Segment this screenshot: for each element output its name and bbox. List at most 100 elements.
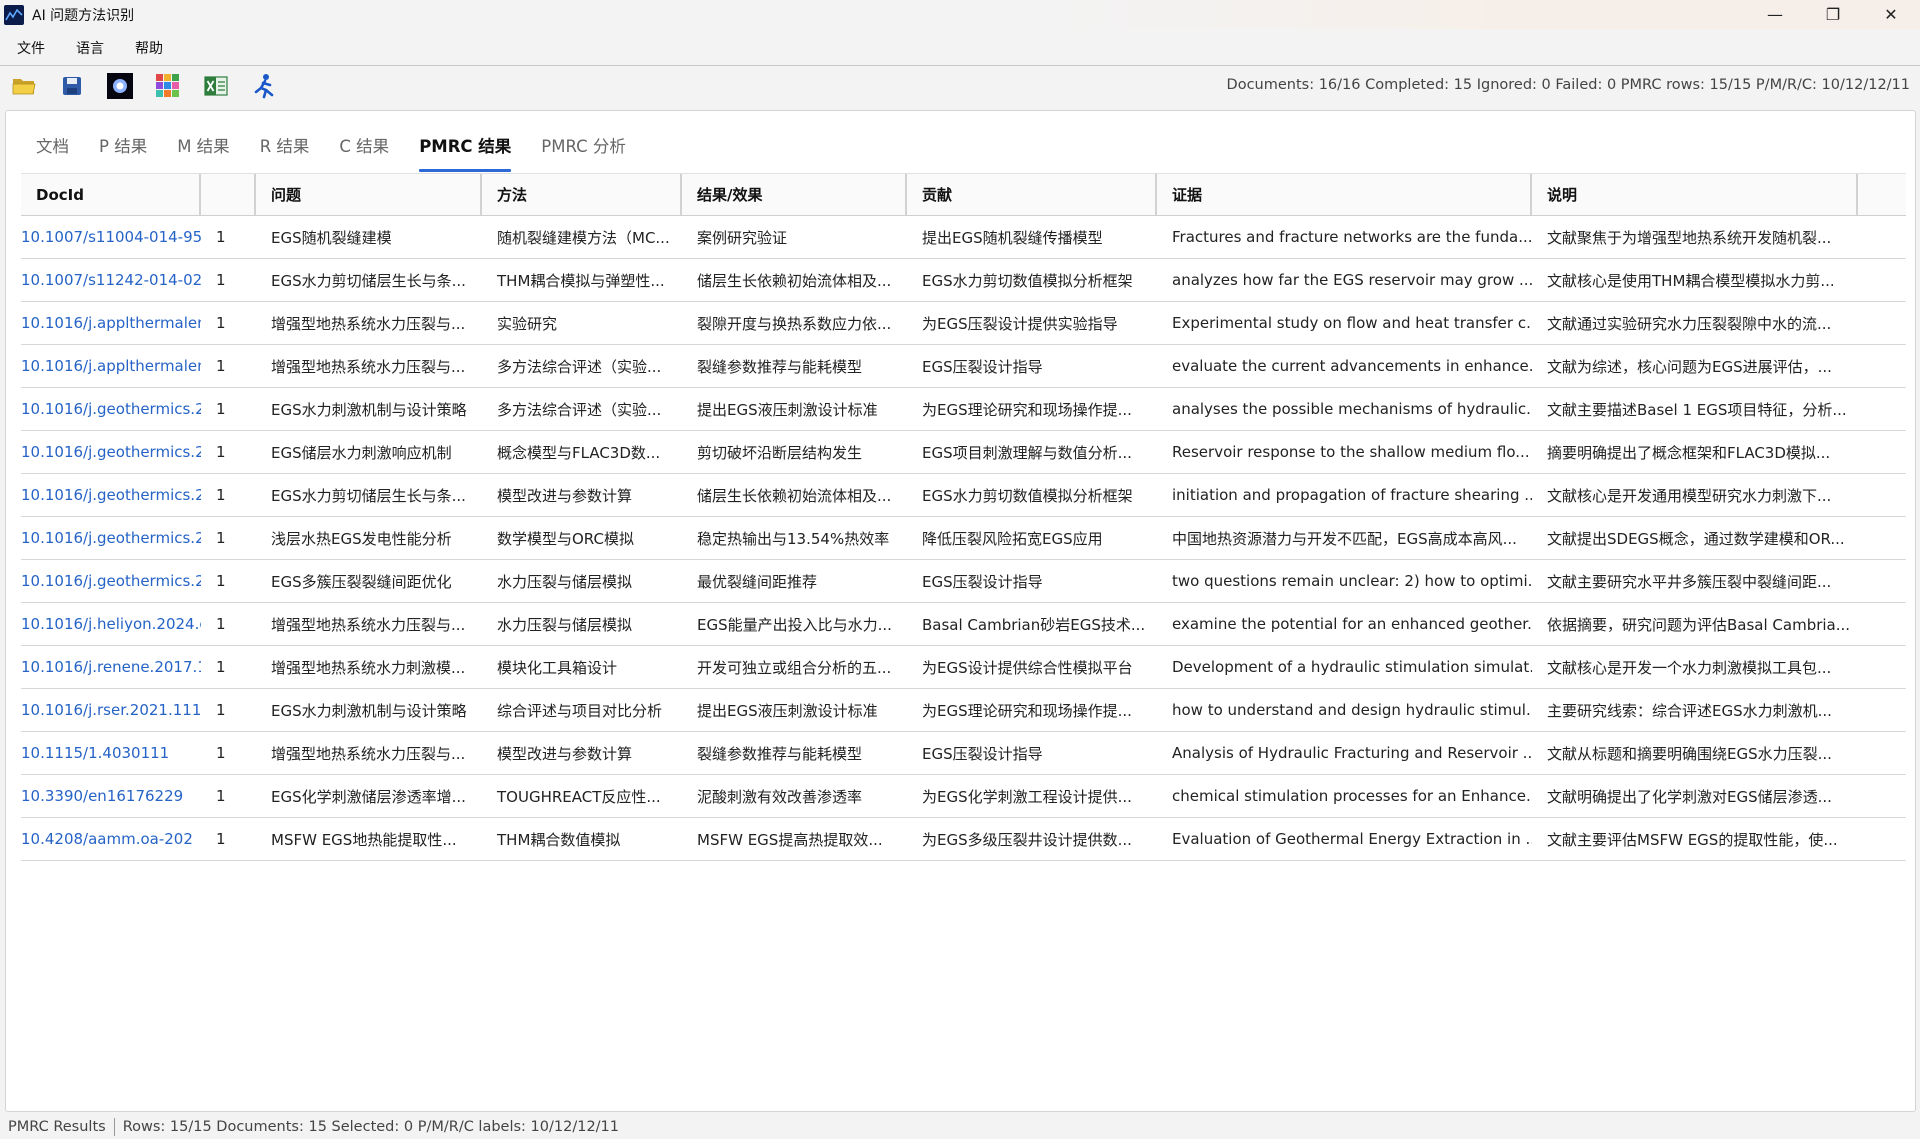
table-row[interactable]: 10.1007/s11004-014-95 1 EGS随机裂缝建模 随机裂缝建模方法（…: [21, 216, 1906, 259]
column-header-evidence[interactable]: 证据: [1157, 174, 1532, 215]
column-header-extra[interactable]: [1858, 174, 1906, 215]
tab-pmrc-results[interactable]: PMRC 结果: [404, 121, 526, 172]
table-row[interactable]: 10.1016/j.geothermics.2 1 EGS水力剪切储层生长与条...…: [21, 474, 1906, 517]
palette-button[interactable]: [144, 68, 192, 104]
note-cell: 文献提出SDEGS概念，通过数学建模和OR...: [1547, 529, 1845, 548]
docid-cell[interactable]: 10.1016/j.applthermaleng: [21, 302, 201, 344]
table-row[interactable]: 10.1016/j.renene.2017.1 1 增强型地热系统水力刺激模... 模…: [21, 646, 1906, 689]
column-header-result[interactable]: 结果/效果: [682, 174, 907, 215]
result-cell: EGS能量产出投入比与水力...: [697, 615, 892, 634]
table-row[interactable]: 10.1016/j.geothermics.2 1 EGS多簇压裂裂缝间距优化 水力压…: [21, 560, 1906, 603]
contribution-cell: 为EGS压裂设计提供实验指导: [922, 314, 1118, 333]
result-cell: 开发可独立或组合分析的五...: [697, 658, 892, 677]
evidence-cell: two questions remain unclear: 2) how to …: [1172, 572, 1532, 590]
method-cell: 模型改进与参数计算: [497, 744, 633, 763]
evidence-cell: how to understand and design hydraulic s…: [1172, 701, 1532, 719]
docid-cell[interactable]: 10.3390/en16176229: [21, 775, 201, 817]
tab-documents[interactable]: 文档: [21, 121, 84, 169]
window-title: AI 问题方法识别: [32, 7, 135, 24]
tab-pmrc-analysis[interactable]: PMRC 分析: [526, 121, 641, 169]
minimize-button[interactable]: —: [1746, 0, 1804, 29]
table-row[interactable]: 10.1016/j.geothermics.2 1 浅层水热EGS发电性能分析 数学模…: [21, 517, 1906, 560]
table-row[interactable]: 10.1016/j.applthermaleng 1 增强型地热系统水力压裂与...…: [21, 302, 1906, 345]
column-header-problem[interactable]: 问题: [256, 174, 482, 215]
count-cell: 1: [216, 701, 226, 719]
save-icon: [63, 77, 81, 95]
evidence-cell: analyses the possible mechanisms of hydr…: [1172, 400, 1532, 418]
docid-cell[interactable]: 10.1016/j.geothermics.2: [21, 388, 201, 430]
docid-cell[interactable]: 10.1016/j.applthermaleng: [21, 345, 201, 387]
close-button[interactable]: ✕: [1862, 0, 1920, 29]
method-cell: 多方法综合评述（实验...: [497, 357, 662, 376]
menu-help[interactable]: 帮助: [118, 38, 177, 58]
problem-cell: 增强型地热系统水力压裂与...: [271, 314, 466, 333]
method-cell: 水力压裂与储层模拟: [497, 615, 633, 634]
filler-cell: [1858, 732, 1906, 774]
table-row[interactable]: 10.4208/aamm.oa-202 1 MSFW EGS地热能提取性... THM…: [21, 818, 1906, 861]
save-button[interactable]: [48, 68, 96, 104]
runner-icon: [254, 74, 274, 99]
note-cell: 依据摘要，研究问题为评估Basal Cambria...: [1547, 615, 1851, 634]
table-row[interactable]: 10.1016/j.rser.2021.1119 1 EGS水力刺激机制与设计策略 综…: [21, 689, 1906, 732]
problem-cell: MSFW EGS地热能提取性...: [271, 830, 457, 849]
table-row[interactable]: 10.1016/j.geothermics.2 1 EGS储层水力刺激响应机制 概念模…: [21, 431, 1906, 474]
column-header-contribution[interactable]: 贡献: [907, 174, 1157, 215]
evidence-cell: Reservoir response to the shallow medium…: [1172, 443, 1530, 461]
tab-c-results[interactable]: C 结果: [324, 121, 404, 169]
tab-m-results[interactable]: M 结果: [162, 121, 244, 169]
status-view-name: PMRC Results: [8, 1119, 106, 1135]
column-header-count[interactable]: [201, 174, 256, 215]
column-header-method[interactable]: 方法: [482, 174, 682, 215]
table-row[interactable]: 10.1016/j.heliyon.2024.e 1 增强型地热系统水力压裂与...…: [21, 603, 1906, 646]
count-cell: 1: [216, 400, 226, 418]
method-cell: 实验研究: [497, 314, 558, 333]
menu-language[interactable]: 语言: [59, 38, 118, 58]
docid-cell[interactable]: 10.1016/j.rser.2021.1119: [21, 689, 201, 731]
result-cell: 提出EGS液压刺激设计标准: [697, 701, 878, 720]
tab-r-results[interactable]: R 结果: [245, 121, 325, 169]
open-folder-button[interactable]: [0, 68, 48, 104]
method-cell: 数学模型与ORC模拟: [497, 529, 634, 548]
docid-cell[interactable]: 10.1016/j.geothermics.2: [21, 517, 201, 559]
docid-cell[interactable]: 10.1016/j.geothermics.2: [21, 431, 201, 473]
table-row[interactable]: 10.1016/j.applthermaleng 1 增强型地热系统水力压裂与...…: [21, 345, 1906, 388]
count-cell: 1: [216, 529, 226, 547]
result-cell: 最优裂缝间距推荐: [697, 572, 818, 591]
result-cell: 裂缝参数推荐与能耗模型: [697, 357, 863, 376]
tab-p-results[interactable]: P 结果: [84, 121, 162, 169]
problem-cell: 增强型地热系统水力压裂与...: [271, 744, 466, 763]
excel-export-button[interactable]: [192, 68, 240, 104]
docid-cell[interactable]: 10.4208/aamm.oa-202: [21, 818, 201, 860]
docid-cell[interactable]: 10.1016/j.geothermics.2: [21, 474, 201, 516]
filler-cell: [1858, 603, 1906, 645]
table-body: 10.1007/s11004-014-95 1 EGS随机裂缝建模 随机裂缝建模方法（…: [21, 216, 1906, 861]
restore-button[interactable]: ❐: [1804, 0, 1862, 29]
contribution-cell: 为EGS理论研究和现场操作提...: [922, 400, 1132, 419]
table-row[interactable]: 10.1007/s11242-014-02 1 EGS水力剪切储层生长与条... TH…: [21, 259, 1906, 302]
docid-cell[interactable]: 10.1007/s11004-014-95: [21, 216, 201, 258]
tab-bar: 文档 P 结果 M 结果 R 结果 C 结果 PMRC 结果 PMRC 分析: [21, 121, 641, 172]
runner-button[interactable]: [240, 68, 288, 104]
table-row[interactable]: 10.1115/1.4030111 1 增强型地热系统水力压裂与... 模型改进与参数…: [21, 732, 1906, 775]
contribution-cell: EGS压裂设计指导: [922, 572, 1043, 591]
docid-cell[interactable]: 10.1016/j.geothermics.2: [21, 560, 201, 602]
title-bar: AI 问题方法识别 — ❐ ✕: [0, 0, 1920, 29]
run-button[interactable]: [96, 68, 144, 104]
table-row[interactable]: 10.3390/en16176229 1 EGS化学刺激储层渗透率增... TOUGH…: [21, 775, 1906, 818]
table-row[interactable]: 10.1016/j.geothermics.2 1 EGS水力刺激机制与设计策略 多方…: [21, 388, 1906, 431]
docid-cell[interactable]: 10.1007/s11242-014-02: [21, 259, 201, 301]
docid-cell[interactable]: 10.1016/j.renene.2017.1: [21, 646, 201, 688]
evidence-cell: Experimental study on flow and heat tran…: [1172, 314, 1532, 332]
docid-cell[interactable]: 10.1016/j.heliyon.2024.e: [21, 603, 201, 645]
method-cell: 综合评述与项目对比分析: [497, 701, 663, 720]
problem-cell: EGS化学刺激储层渗透率增...: [271, 787, 466, 806]
menu-file[interactable]: 文件: [0, 38, 59, 58]
docid-cell[interactable]: 10.1115/1.4030111: [21, 732, 201, 774]
method-cell: 水力压裂与储层模拟: [497, 572, 633, 591]
column-header-note[interactable]: 说明: [1532, 174, 1858, 215]
column-header-docid[interactable]: DocId: [21, 174, 201, 215]
evidence-cell: initiation and propagation of fracture s…: [1172, 486, 1532, 504]
problem-cell: 浅层水热EGS发电性能分析: [271, 529, 452, 548]
filler-cell: [1858, 818, 1906, 860]
note-cell: 文献核心是开发通用模型研究水力刺激下...: [1547, 486, 1832, 505]
